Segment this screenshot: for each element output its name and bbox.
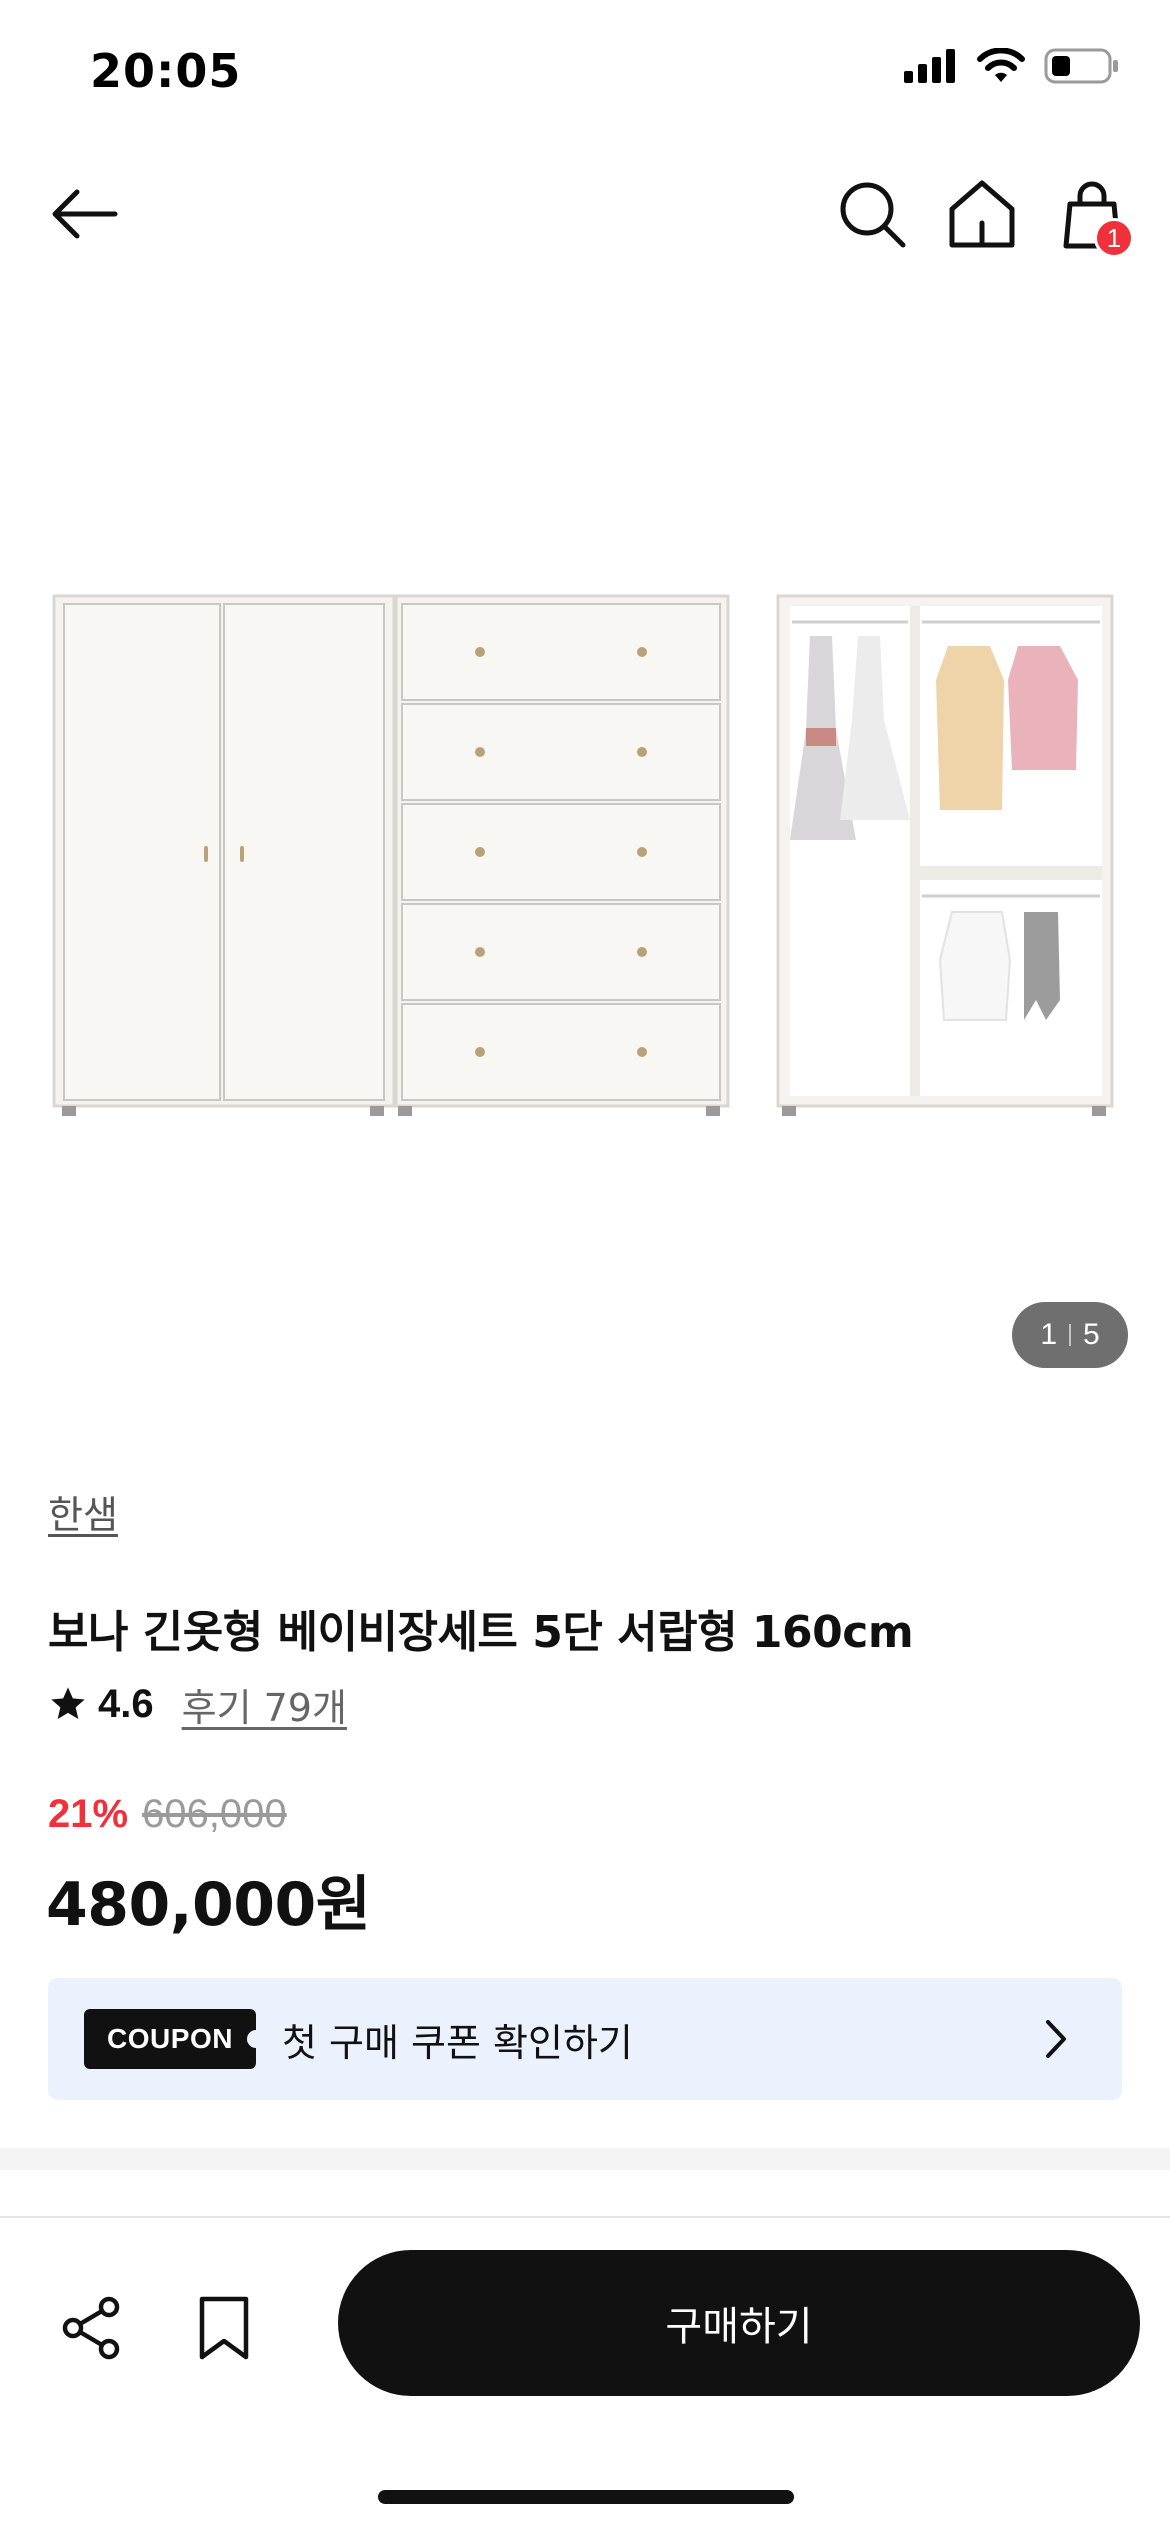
review-count-link[interactable]: 후기 79개	[182, 1677, 347, 1732]
home-button[interactable]	[944, 174, 1020, 254]
rating-row: 4.6 후기 79개	[48, 1676, 347, 1732]
share-button[interactable]	[52, 2288, 132, 2368]
buy-button[interactable]: 구매하기	[338, 2250, 1140, 2396]
page-total: 5	[1083, 1318, 1100, 1351]
star-icon	[51, 1687, 85, 1719]
image-page-indicator: 1 5	[1012, 1302, 1128, 1368]
status-time: 20:05	[90, 44, 242, 98]
discount-rate: 21%	[48, 1792, 129, 1836]
coupon-tag: COUPON	[84, 2009, 265, 2069]
share-icon	[62, 2296, 120, 2360]
status-bar: 20:05	[0, 0, 1170, 140]
section-divider	[0, 2148, 1170, 2170]
home-icon	[949, 180, 1015, 248]
back-button[interactable]	[44, 174, 124, 254]
page-separator	[1069, 1324, 1071, 1346]
product-image	[52, 594, 1114, 1116]
search-button[interactable]	[834, 174, 910, 254]
bottom-action-bar: 구매하기	[0, 2216, 1170, 2532]
bookmark-icon	[199, 2296, 249, 2360]
signal-icon	[904, 49, 955, 83]
price-row: 21% 606,000	[48, 1792, 287, 1837]
home-indicator[interactable]	[378, 2490, 794, 2504]
chevron-right-icon	[1046, 2020, 1066, 2058]
cart-button[interactable]: 1	[1054, 174, 1134, 258]
product-image-carousel[interactable]	[0, 300, 1170, 1400]
search-icon	[840, 182, 906, 248]
brand-link[interactable]: 한샘	[48, 1484, 118, 1539]
top-nav: 1	[0, 160, 1170, 270]
product-title: 보나 긴옷형 베이비장세트 5단 서랍형 160cm	[48, 1607, 914, 1658]
coupon-banner[interactable]: COUPON 첫 구매 쿠폰 확인하기	[48, 1978, 1122, 2100]
battery-icon	[1044, 48, 1118, 84]
page-current: 1	[1040, 1318, 1057, 1351]
nav-actions: 1	[834, 174, 1134, 258]
cart-count-badge: 1	[1094, 218, 1134, 258]
arrow-left-icon	[52, 189, 118, 239]
bookmark-button[interactable]	[184, 2288, 264, 2368]
sale-price: 480,000원	[46, 1870, 371, 1940]
rating-value: 4.6	[98, 1681, 154, 1726]
status-icons	[904, 48, 1120, 84]
coupon-text: 첫 구매 쿠폰 확인하기	[282, 2020, 633, 2065]
original-price: 606,000	[142, 1792, 287, 1836]
wifi-icon	[977, 48, 1025, 82]
